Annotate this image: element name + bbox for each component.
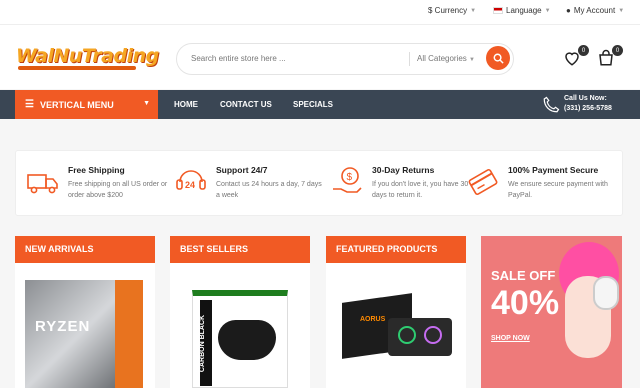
vertical-menu-button[interactable]: ☰ VERTICAL MENU ▼ (15, 90, 158, 119)
product-name: CARBON BLACK (199, 314, 207, 373)
site-header: WalNuTrading Search entire store here ..… (0, 25, 640, 89)
phone-icon (543, 96, 560, 113)
feature-title: Free Shipping (68, 165, 125, 175)
chevron-down-icon: ▼ (544, 7, 551, 14)
search-divider (409, 52, 410, 66)
nav-link-home[interactable]: HOME (174, 100, 198, 109)
product-image-graphics-card[interactable]: AORUS (342, 293, 454, 362)
currency-selector[interactable]: $ Currency ▼ (428, 6, 476, 15)
features-strip: Free Shipping Free shipping on all US or… (15, 150, 623, 216)
product-name: RYZEN (35, 318, 91, 335)
language-selector[interactable]: Language ▼ (493, 6, 551, 15)
feature-title: Support 24/7 (216, 165, 268, 175)
cart-count-badge: 0 (612, 45, 623, 56)
wishlist-count-badge: 0 (578, 45, 589, 56)
new-arrivals-column: NEW ARRIVALS RYZEN (15, 236, 155, 388)
product-name: AORUS (360, 316, 386, 323)
nav-link-contact-us[interactable]: CONTACT US (220, 100, 272, 109)
shop-now-link[interactable]: SHOP NOW (491, 335, 530, 342)
chevron-down-icon: ▼ (470, 7, 477, 14)
site-logo[interactable]: WalNuTrading (16, 45, 159, 67)
cart-button[interactable]: 0 (597, 45, 623, 69)
svg-text:24: 24 (185, 180, 195, 190)
feature-title: 30-Day Returns (372, 165, 435, 175)
language-label: Language (506, 6, 542, 15)
search-icon (493, 53, 504, 64)
feature-desc: Contact us 24 hours a day, 7 days a week (216, 181, 322, 199)
column-header: NEW ARRIVALS (15, 236, 155, 263)
featured-products-column: FEATURED PRODUCTS AORUS (326, 236, 466, 388)
chevron-down-icon: ▼ (618, 7, 625, 14)
feature-desc: Free shipping on all US order or order a… (68, 181, 168, 199)
best-sellers-column: BEST SELLERS CARBON BLACK (170, 236, 310, 388)
account-label: My Account (573, 6, 616, 15)
logo-underline (18, 66, 136, 70)
money-return-icon: $ (333, 167, 362, 193)
fan (398, 326, 416, 344)
chevron-down-icon: ▼ (469, 57, 475, 63)
headphones-icon (593, 276, 619, 310)
feature-title: 100% Payment Secure (508, 165, 599, 175)
category-label: All Categories (417, 54, 467, 63)
product-box-side (115, 280, 143, 388)
wishlist-button[interactable]: 0 (563, 45, 589, 69)
category-select[interactable]: All Categories ▼ (417, 54, 475, 63)
call-us-phone[interactable]: (331) 256-5788 (564, 105, 612, 112)
vertical-menu-label: VERTICAL MENU (39, 99, 114, 110)
truck-icon (27, 174, 58, 194)
credit-card-icon (468, 169, 498, 195)
account-menu[interactable]: ● My Account ▼ (566, 6, 624, 15)
column-header: FEATURED PRODUCTS (326, 236, 466, 263)
feature-desc: We ensure secure payment with PayPal. (508, 181, 608, 199)
user-icon: ● (566, 6, 571, 15)
nav-link-specials[interactable]: SPECIALS (293, 100, 333, 109)
column-header: BEST SELLERS (170, 236, 310, 263)
flag-icon (493, 7, 503, 14)
product-image-ryzen[interactable]: RYZEN (25, 276, 145, 388)
promo-discount: 40% (491, 284, 560, 322)
svg-text:$: $ (347, 172, 353, 183)
product-image-xbox-controller[interactable]: CARBON BLACK (192, 290, 288, 388)
search-button[interactable] (486, 46, 510, 70)
main-nav: ☰ VERTICAL MENU ▼ HOME CONTACT US SPECIA… (0, 90, 640, 119)
search-bar: Search entire store here ... All Categor… (176, 43, 514, 75)
chevron-down-icon: ▼ (143, 100, 150, 107)
fan (424, 326, 442, 344)
call-us-title: Call Us Now: (564, 95, 607, 102)
support-24-icon: 24 (176, 170, 206, 190)
sale-promo-banner[interactable]: SALE OFF 40% SHOP NOW (481, 236, 622, 388)
top-bar: $ Currency ▼ Language ▼ ● My Account ▼ (0, 0, 640, 25)
promo-line1: SALE OFF (491, 268, 556, 283)
controller-image (218, 320, 276, 360)
search-input[interactable]: Search entire store here ... (191, 54, 286, 63)
currency-label: $ Currency (428, 6, 468, 15)
hamburger-icon: ☰ (25, 99, 34, 110)
